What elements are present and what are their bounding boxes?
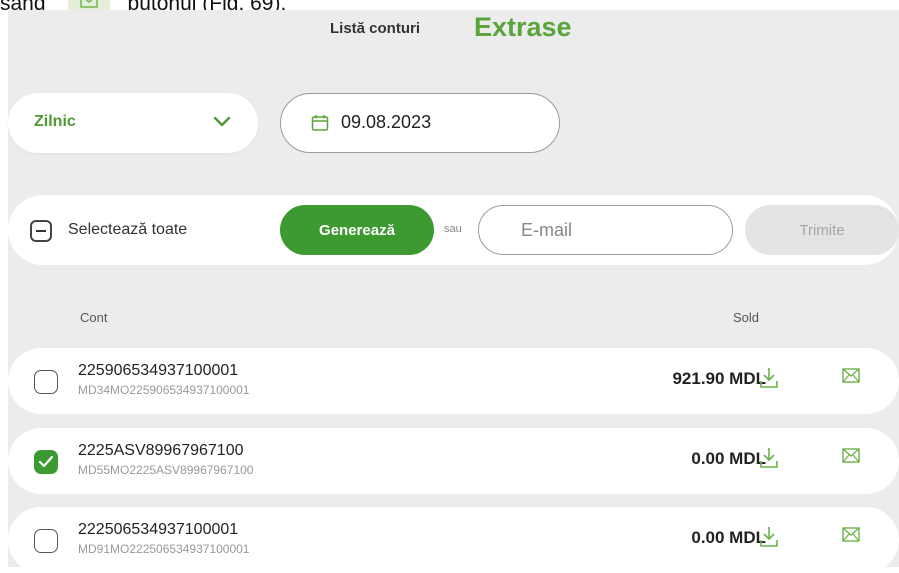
row-checkbox[interactable] [34,529,58,553]
account-balance: 0.00 MDL [691,528,766,547]
select-all-label[interactable]: Selectează toate [68,221,187,239]
statements-app: Listă conturi Extrase Zilnic 09.08.2023 … [8,10,899,573]
account-row[interactable]: 222506534937100001 MD91MO222506534937100… [8,507,899,573]
account-iban: MD91MO222506534937100001 [78,542,250,556]
calendar-icon [311,114,329,137]
or-label: sau [444,223,462,235]
account-iban: MD55MO2225ASV89967967100 [78,463,254,477]
account-number: 225906534937100001 [78,362,239,379]
checkmark-icon [39,456,53,468]
envelope-icon[interactable] [842,527,860,547]
download-icon[interactable] [759,367,779,394]
account-row[interactable]: 2225ASV89967967100 MD55MO2225ASV89967967… [8,428,899,494]
download-icon[interactable] [759,526,779,553]
account-number: 2225ASV89967967100 [78,442,244,459]
account-iban: MD34MO225906534937100001 [78,383,250,397]
chevron-down-icon [213,115,231,133]
page-title: Extrase [474,12,572,42]
account-number: 222506534937100001 [78,521,239,538]
account-list-link[interactable]: Listă conturi [330,20,420,37]
account-balance: 921.90 MDL [672,369,766,388]
envelope-icon[interactable] [842,448,860,468]
date-picker[interactable]: 09.08.2023 [280,93,560,153]
column-header-balance: Sold [733,310,760,325]
date-value: 09.08.2023 [341,112,432,132]
envelope-icon[interactable] [842,368,860,388]
period-dropdown[interactable]: Zilnic [8,93,258,153]
send-button[interactable]: Trimite [745,205,899,255]
download-icon[interactable] [759,447,779,474]
account-row[interactable]: 225906534937100001 MD34MO225906534937100… [8,348,899,414]
account-balance: 0.00 MDL [691,449,766,468]
column-header-account: Cont [80,310,108,325]
generate-button[interactable]: Generează [280,205,434,255]
row-checkbox[interactable] [34,370,58,394]
select-all-checkbox[interactable] [30,220,52,242]
row-checkbox[interactable] [34,450,58,474]
action-bar: Selectează toate Generează sau E-mail Tr… [8,195,899,265]
email-input[interactable]: E-mail [478,205,733,255]
email-placeholder: E-mail [521,220,573,240]
period-value: Zilnic [34,113,76,130]
